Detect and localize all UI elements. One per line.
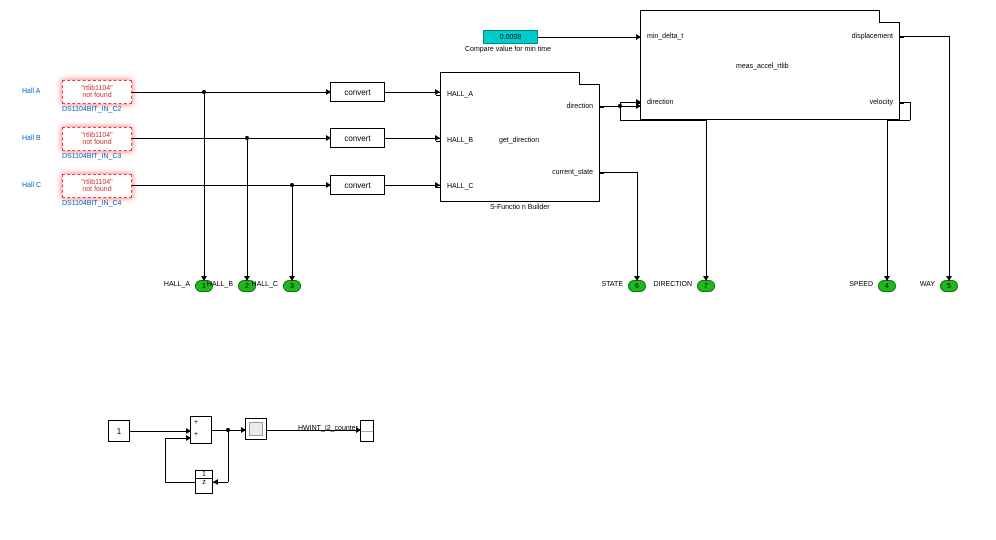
meas-block[interactable]: min_delta_t direction meas_accel_rtlib d… [640,10,900,120]
hall-a-blocklabel: DS1104BIT_IN_C2 [62,106,121,113]
meas-port-vel: velocity [870,99,893,106]
outport-halla-num: 1 [202,283,206,290]
outport-hallc-label: HALL_C [252,281,278,288]
outport-state[interactable]: STATE6 [628,280,646,292]
counter-const[interactable]: 1 [108,420,130,442]
sfunction-port-direction: direction [567,103,593,110]
outport-direction[interactable]: DIRECTION7 [697,280,715,292]
scope-icon [249,422,263,436]
convert-1[interactable]: convert [330,82,385,102]
sum-plus-bot: + [194,431,198,438]
hall-c-label: Hall C [22,182,41,189]
outport-way-label: WAY [920,281,935,288]
delay-block[interactable]: 1 z [195,470,213,494]
hall-c-blocklabel: DS1104BIT_IN_C4 [62,200,121,207]
disp-row-1 [361,421,373,432]
hall-a-err2: not found [82,92,111,99]
outport-hallb-label: HALL_B [207,281,233,288]
sum-plus-top: + [194,419,198,426]
outport-hallc[interactable]: HALL_C3 [283,280,301,292]
outport-hallc-num: 3 [290,283,294,290]
delay-num: 1 [196,471,212,479]
hall-c-block[interactable]: "rtlib1104" not found [62,174,132,198]
hall-b-block[interactable]: "rtlib1104" not found [62,127,132,151]
sfunction-corner-icon [579,72,600,85]
hall-b-blocklabel: DS1104BIT_IN_C3 [62,153,121,160]
convert-2[interactable]: convert [330,128,385,148]
sfunction-center-label: get_direction [499,137,539,144]
sum-block[interactable]: + + [190,416,212,444]
meas-port-disp: displacement [852,33,893,40]
delay-den: z [196,479,212,486]
outport-way-num: 5 [947,283,951,290]
constant-block[interactable]: 0.0008 [483,30,538,44]
sfunction-port-state: current_state [552,169,593,176]
sfunction-port-hallb: HALL_B [447,137,473,144]
outport-state-label: STATE [601,281,623,288]
hall-a-block[interactable]: "rtlib1104" not found [62,80,132,104]
outport-hallb-num: 2 [245,283,249,290]
hall-b-err1: "rtlib1104" [81,132,112,139]
hall-b-label: Hall B [22,135,41,142]
outport-state-num: 6 [635,283,639,290]
display-block[interactable] [360,420,374,442]
hall-a-label: Hall A [22,88,40,95]
outport-halla-label: HALL_A [164,281,190,288]
constant-label: Compare value for min time [465,46,551,53]
sfunction-title: S-Functio n Builder [490,204,550,211]
meas-title: meas_accel_rtlib [736,63,789,70]
outport-direction-label: DIRECTION [654,281,693,288]
sfunction-block[interactable]: HALL_A HALL_B HALL_C get_direction direc… [440,72,600,202]
convert-3[interactable]: convert [330,175,385,195]
outport-way[interactable]: WAY5 [940,280,958,292]
hall-b-err2: not found [82,139,111,146]
outport-speed-num: 4 [885,283,889,290]
sfunction-port-halla: HALL_A [447,91,473,98]
sfunction-port-hallc: HALL_C [447,183,473,190]
meas-port-direction: direction [647,99,673,106]
outport-speed[interactable]: SPEED4 [878,280,896,292]
hall-c-err1: "rtlib1104" [81,179,112,186]
outport-direction-num: 7 [704,283,708,290]
meas-corner-icon [879,10,900,23]
hall-c-err2: not found [82,186,111,193]
meas-port-mindt: min_delta_t [647,33,683,40]
outport-speed-label: SPEED [849,281,873,288]
hall-a-err1: "rtlib1104" [81,85,112,92]
scope-block[interactable] [245,418,267,440]
